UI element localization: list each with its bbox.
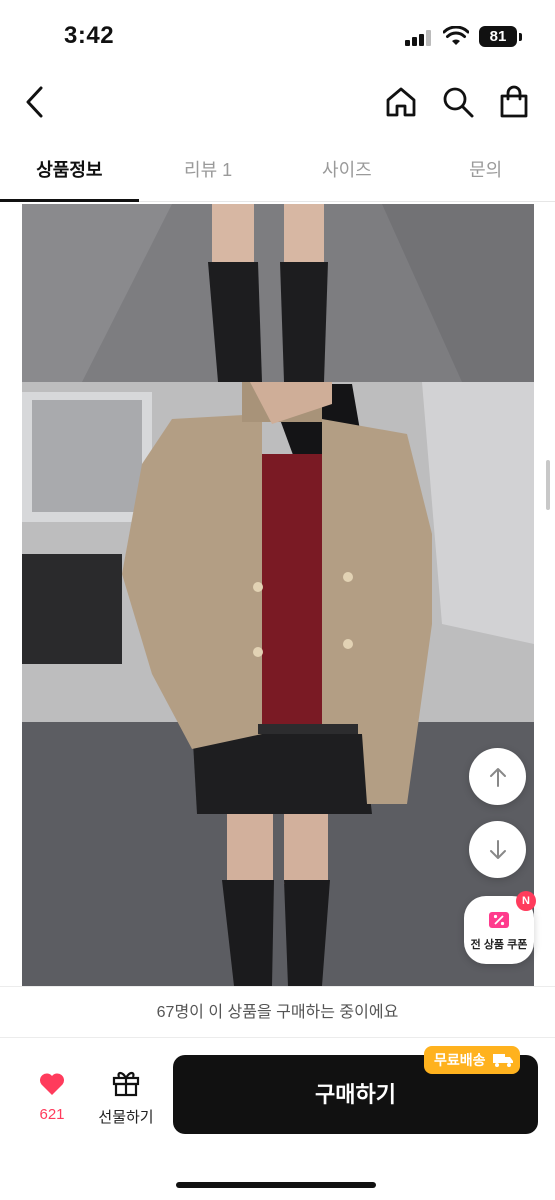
tab-reviews[interactable]: 리뷰 1 [139,140,278,201]
coupon-icon [489,912,509,928]
product-photo [22,204,534,986]
chevron-left-icon [26,86,43,118]
battery-icon: 81 [479,26,517,47]
home-button[interactable] [381,82,421,122]
heart-icon [39,1073,65,1095]
scroll-up-button[interactable] [469,748,526,805]
search-button[interactable] [438,82,478,122]
tab-size[interactable]: 사이즈 [278,140,417,201]
like-count: 621 [39,1106,65,1123]
gift-icon [112,1071,140,1097]
product-tabs: 상품정보 리뷰 1 사이즈 문의 [0,140,555,202]
free-shipping-badge: 무료배송 [424,1046,520,1074]
arrow-down-icon [489,839,506,859]
scroll-indicator[interactable] [546,460,550,510]
gift-button[interactable]: 선물하기 [92,1069,160,1127]
arrow-up-icon [489,767,506,787]
cellular-signal-icon [405,30,433,46]
status-time: 3:42 [64,22,115,49]
battery-tip [519,33,522,41]
tab-product-info[interactable]: 상품정보 [0,140,139,202]
new-badge: N [516,891,536,911]
product-detail-screen: 3:42 81 상품정보 리뷰 1 사이즈 문의 전 상품 쿠폰 N 67명이 … [0,0,555,1200]
gift-label: 선물하기 [98,1109,154,1126]
like-button[interactable]: 621 [26,1071,78,1123]
home-icon [386,87,416,117]
product-image-area[interactable] [22,204,534,986]
shopping-bag-icon [500,85,528,118]
top-navigation-bar [0,70,555,134]
status-bar: 3:42 81 [0,0,555,70]
home-indicator [176,1182,376,1188]
back-button[interactable] [14,82,54,122]
scroll-down-button[interactable] [469,821,526,878]
free-shipping-label: 무료배송 [434,1052,486,1068]
truck-icon [492,1054,513,1067]
coupon-label: 전 상품 쿠폰 [470,939,528,951]
tab-inquiry[interactable]: 문의 [416,140,555,201]
search-icon [443,87,474,118]
purchase-activity-notice: 67명이 이 상품을 구매하는 중이에요 [0,986,555,1038]
wifi-icon [443,26,469,45]
cart-button[interactable] [494,82,534,122]
